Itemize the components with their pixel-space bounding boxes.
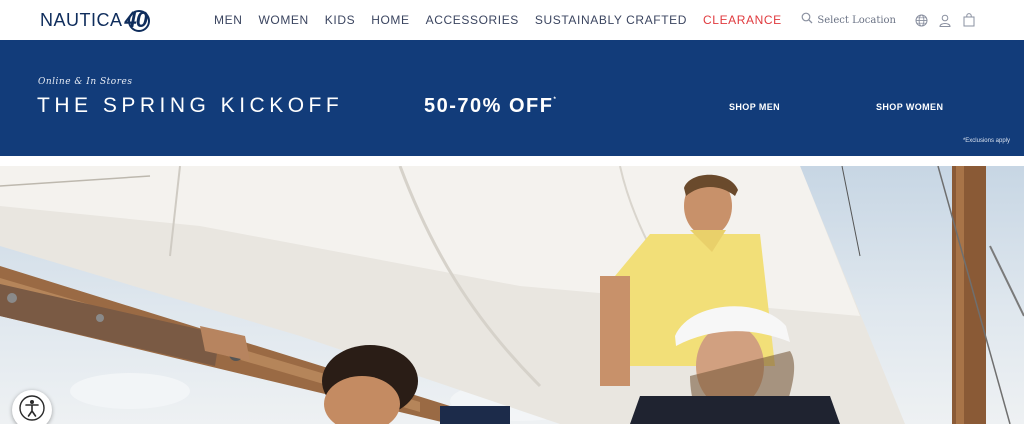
- exclusions-note: *Exclusions apply: [962, 138, 1010, 144]
- nav-item-accessories[interactable]: ACCESSORIES: [426, 13, 519, 27]
- promo-offer-asterisk: *: [553, 97, 558, 103]
- promo-headline: THE SPRING KICKOFF: [37, 94, 344, 117]
- header-utilities: Select Location: [801, 0, 976, 40]
- main-navigation: MEN WOMEN KIDS HOME ACCESSORIES SUSTAINA…: [214, 0, 782, 40]
- hero-image[interactable]: [0, 166, 1024, 424]
- brand-name: NAUTICA: [40, 9, 123, 30]
- nav-item-clearance[interactable]: CLEARANCE: [703, 13, 782, 27]
- nav-item-home[interactable]: HOME: [371, 13, 409, 27]
- promo-offer-text: 50-70% OFF: [424, 95, 554, 117]
- promo-banner: Online & In Stores THE SPRING KICKOFF 50…: [0, 40, 1024, 156]
- brand-logo[interactable]: NAUTICA 40: [40, 7, 151, 33]
- accessibility-button[interactable]: [12, 390, 52, 424]
- promo-kicker: Online & In Stores: [38, 77, 133, 87]
- globe-icon[interactable]: [914, 13, 928, 27]
- nav-item-kids[interactable]: KIDS: [325, 13, 355, 27]
- search-icon: [801, 11, 813, 29]
- store-locator-search[interactable]: Select Location: [801, 11, 896, 29]
- nav-item-women[interactable]: WOMEN: [258, 13, 308, 27]
- promo-offer: 50-70% OFF*: [424, 95, 557, 118]
- nav-item-men[interactable]: MEN: [214, 13, 242, 27]
- site-header: NAUTICA 40 MEN WOMEN KIDS HOME ACCESSORI…: [0, 0, 1024, 40]
- hero-sailing-photo: [0, 166, 1024, 424]
- account-icon[interactable]: [938, 13, 952, 27]
- accessibility-icon: [19, 394, 45, 424]
- select-location-label: Select Location: [817, 14, 896, 26]
- shopping-bag-icon[interactable]: [962, 13, 976, 27]
- nav-item-sustainably-crafted[interactable]: SUSTAINABLY CRAFTED: [535, 13, 687, 27]
- shop-women-link[interactable]: SHOP WOMEN: [876, 102, 943, 112]
- shop-men-link[interactable]: SHOP MEN: [729, 102, 780, 112]
- brand-anniversary-mark: 40: [124, 7, 151, 32]
